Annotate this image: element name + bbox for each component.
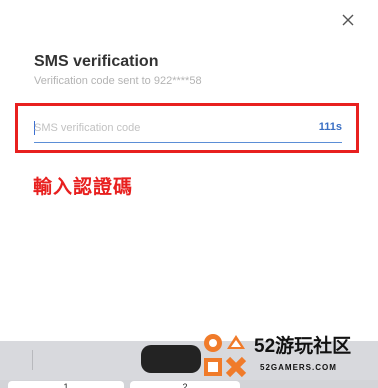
page-title: SMS verification (34, 53, 159, 70)
sms-code-field[interactable]: 111s (34, 116, 342, 143)
watermark-logo-text: 52游玩社区 (254, 336, 352, 357)
annotation-label: 輸入認證碼 (33, 177, 134, 198)
resend-countdown: 111s (318, 121, 342, 133)
keyboard-key-label: 2 (182, 382, 188, 388)
playstation-symbols-icon (204, 334, 247, 378)
close-button[interactable] (336, 8, 360, 32)
sms-code-input[interactable] (34, 118, 274, 138)
watermark-logo: 52游玩社区 52GAMERS.COM (198, 327, 376, 383)
close-icon (342, 14, 354, 26)
keyboard-divider (32, 350, 33, 370)
keyboard-key-label: 1 (63, 382, 69, 388)
watermark-site: 52GAMERS.COM (260, 363, 337, 372)
keyboard-suggestion-pill[interactable] (141, 345, 201, 373)
keyboard-key-1[interactable]: 1 (8, 381, 124, 388)
verification-subtitle: Verification code sent to 922****58 (34, 75, 202, 87)
